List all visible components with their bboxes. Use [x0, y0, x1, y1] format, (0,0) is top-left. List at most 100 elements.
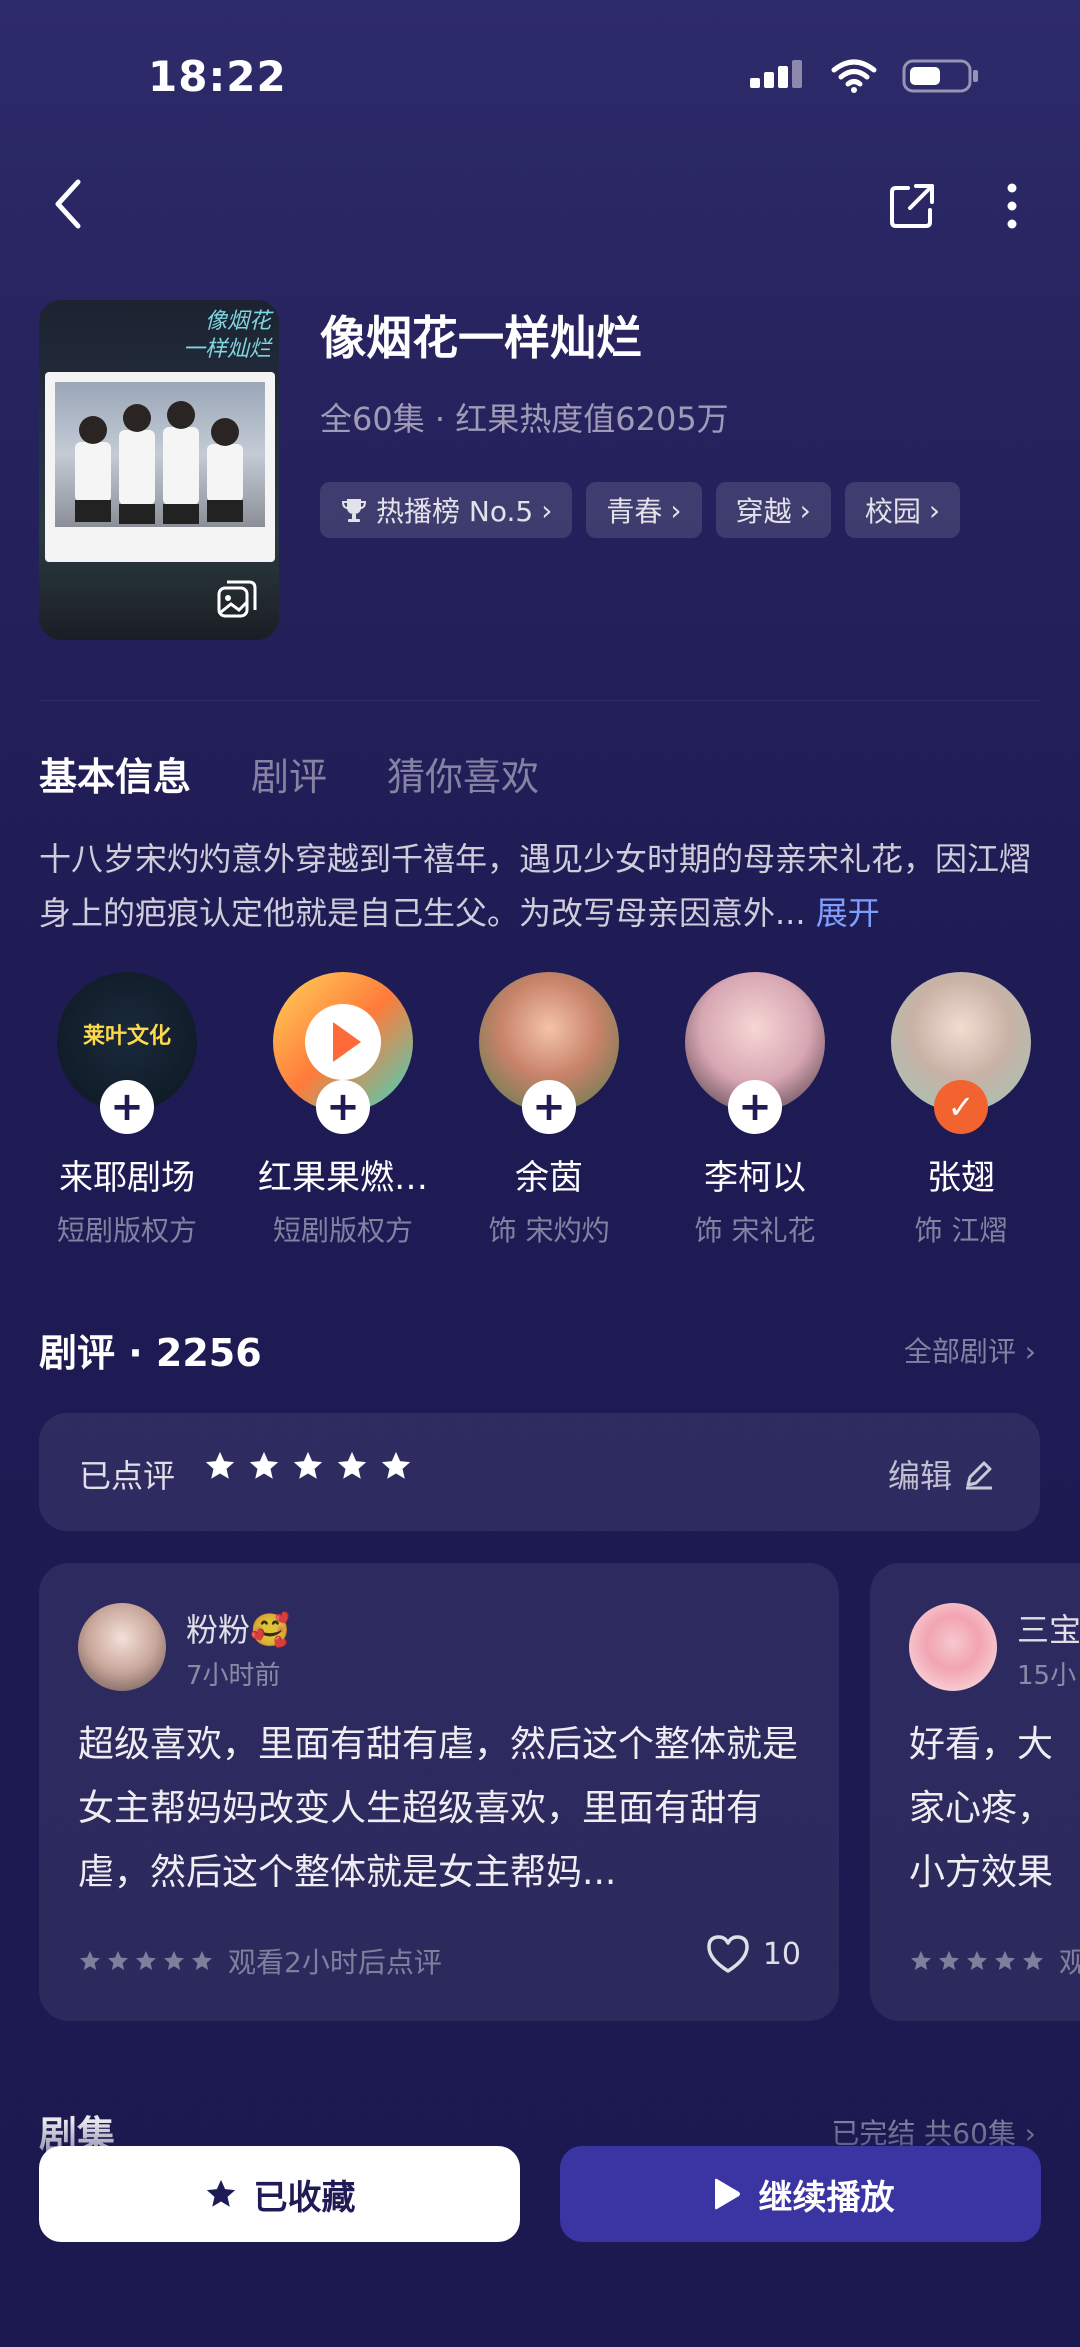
heart-icon: [707, 1935, 749, 1973]
cast-item[interactable]: + 李柯以 饰 宋礼花: [655, 972, 855, 1249]
show-meta: 全60集 · 红果热度值6205万: [320, 400, 729, 438]
small-star-icon: [939, 1951, 959, 1970]
cast-role: 饰 江熠: [914, 1214, 1008, 1247]
tab-reviews[interactable]: 剧评: [251, 746, 327, 801]
tab-basic-info[interactable]: 基本信息: [39, 746, 191, 801]
tag-genre[interactable]: 穿越 ›: [715, 482, 831, 538]
tag-label: 热播榜 No.5: [376, 495, 534, 528]
poster-people: [75, 401, 243, 524]
cast-name: 来耶剧场: [59, 1158, 195, 1198]
my-rating-bar: 已点评 编辑: [39, 1413, 1040, 1531]
tag-ranking[interactable]: 热播榜 No.5 ›: [320, 482, 573, 538]
avatar: ✓: [891, 972, 1031, 1134]
cast-name: 张翅: [927, 1158, 995, 1198]
battery-icon: [902, 59, 978, 93]
small-star-icon: [136, 1951, 156, 1970]
poster-title-art: 像烟花 一样灿烂: [182, 309, 271, 362]
share-icon[interactable]: [886, 180, 938, 232]
synopsis-text: 十八岁宋灼灼意外穿越到千禧年，遇见少女时期的母亲宋礼花，因江熠身上的疤痕认定他就…: [39, 840, 1032, 932]
detail-tabs: 基本信息 剧评 猜你喜欢: [39, 746, 539, 801]
gallery-icon[interactable]: [215, 578, 259, 622]
cast-item[interactable]: + 余茵 饰 宋灼灼: [449, 972, 649, 1249]
wifi-icon: [831, 59, 877, 93]
signal-icon: [750, 60, 802, 88]
review-footer-text: 观看2小时后点评: [228, 1946, 442, 1979]
small-star-icon: [108, 1951, 128, 1970]
follow-plus-icon[interactable]: +: [316, 1080, 370, 1134]
review-footer-text: 观: [1059, 1946, 1080, 1979]
cast-role: 短剧版权方: [56, 1214, 197, 1247]
cast-item[interactable]: ✓ 张翅 饰 江熠: [861, 972, 1061, 1249]
collect-button[interactable]: 已收藏: [39, 2146, 520, 2242]
review-card[interactable]: 三宝 15小 好看，大家心疼，小方效果也好看 观: [870, 1563, 1080, 2021]
like-count: 10: [762, 1936, 801, 1972]
rating-stars[interactable]: [203, 1449, 413, 1483]
expand-link[interactable]: 展开: [816, 894, 880, 932]
show-title: 像烟花一样灿烂: [320, 311, 642, 365]
follow-plus-icon[interactable]: +: [728, 1080, 782, 1134]
tab-recommendations[interactable]: 猜你喜欢: [387, 746, 539, 801]
cast-role: 饰 宋礼花: [694, 1214, 816, 1247]
rated-label: 已点评: [79, 1457, 176, 1495]
all-reviews-link[interactable]: 全部剧评 ›: [904, 1330, 1036, 1370]
edit-review-button[interactable]: 编辑: [888, 1451, 996, 1497]
star-icon: [293, 1451, 323, 1479]
continue-play-button[interactable]: 继续播放: [560, 2146, 1041, 2242]
show-poster[interactable]: 像烟花 一样灿烂: [39, 300, 279, 640]
synopsis: 十八岁宋灼灼意外穿越到千禧年，遇见少女时期的母亲宋礼花，因江熠身上的疤痕认定他就…: [39, 832, 1049, 940]
reviews-title: 剧评 · 2256: [39, 1331, 262, 1375]
follow-plus-icon[interactable]: +: [100, 1080, 154, 1134]
back-icon[interactable]: [48, 174, 88, 234]
followed-check-icon[interactable]: ✓: [934, 1080, 988, 1134]
like-button[interactable]: 10: [705, 1933, 801, 1975]
play-icon: [714, 2178, 740, 2210]
status-icons: [750, 58, 980, 94]
status-time: 18:22: [148, 52, 287, 101]
chevron-right-icon: ›: [799, 493, 811, 527]
review-body: 好看，大家心疼，小方效果也好看: [909, 1724, 1054, 1893]
star-filled-icon: [206, 2179, 235, 2207]
small-star-icon: [995, 1951, 1015, 1970]
cast-item[interactable]: + 红果果燃… 短剧版权方: [243, 972, 443, 1249]
star-icon: [381, 1451, 411, 1479]
review-time: 7小时前: [186, 1661, 281, 1691]
small-star-icon: [80, 1951, 100, 1970]
avatar: +: [685, 972, 825, 1134]
cast-list: 莱叶文化 + 来耶剧场 短剧版权方 + 红果果燃… 短剧版权方 + 余茵 饰 宋…: [39, 972, 1080, 1262]
tag-genre[interactable]: 校园 ›: [844, 482, 961, 538]
small-star-icon: [911, 1951, 931, 1970]
trophy-icon: [341, 499, 367, 522]
tag-label: 青春: [606, 495, 663, 528]
edit-label: 编辑: [887, 1457, 952, 1495]
collect-label: 已收藏: [253, 2177, 356, 2218]
small-star-icon: [192, 1951, 212, 1970]
avatar: +: [273, 972, 413, 1134]
poster-photo: [45, 372, 275, 562]
review-card[interactable]: 粉粉🥰 7小时前 超级喜欢，里面有甜有虐，然后这个整体就是女主帮妈妈改变人生超级…: [39, 1563, 839, 2021]
cast-role: 短剧版权方: [272, 1214, 413, 1247]
review-body: 超级喜欢，里面有甜有虐，然后这个整体就是女主帮妈妈改变人生超级喜欢，里面有甜有虐…: [78, 1724, 799, 1893]
avatar: +: [479, 972, 619, 1134]
cast-item[interactable]: 莱叶文化 + 来耶剧场 短剧版权方: [27, 972, 227, 1249]
tag-list: 热播榜 No.5 › 青春 › 穿越 › 校园 ›: [320, 482, 961, 538]
reviewer-name: 三宝: [1017, 1611, 1080, 1649]
more-icon[interactable]: [992, 180, 1032, 232]
follow-plus-icon[interactable]: +: [522, 1080, 576, 1134]
tag-label: 穿越: [735, 495, 792, 528]
small-star-icon: [967, 1951, 987, 1970]
star-icon: [249, 1451, 279, 1479]
pencil-icon: [966, 1461, 992, 1490]
reviewer-name: 粉粉🥰: [186, 1611, 290, 1649]
review-footer: 观看2小时后点评: [78, 1941, 442, 1981]
tag-label: 校园: [864, 495, 921, 528]
chevron-right-icon: ›: [670, 493, 682, 527]
review-footer: 观: [909, 1941, 1080, 1981]
review-time: 15小: [1017, 1661, 1077, 1691]
star-icon: [337, 1451, 367, 1479]
chevron-right-icon: ›: [541, 493, 553, 527]
cast-role: 饰 宋灼灼: [488, 1214, 610, 1247]
small-star-icon: [1023, 1951, 1043, 1970]
avatar-logo-text: 莱叶文化: [82, 1024, 171, 1049]
reviewer-avatar: [909, 1603, 997, 1691]
tag-genre[interactable]: 青春 ›: [586, 482, 702, 538]
